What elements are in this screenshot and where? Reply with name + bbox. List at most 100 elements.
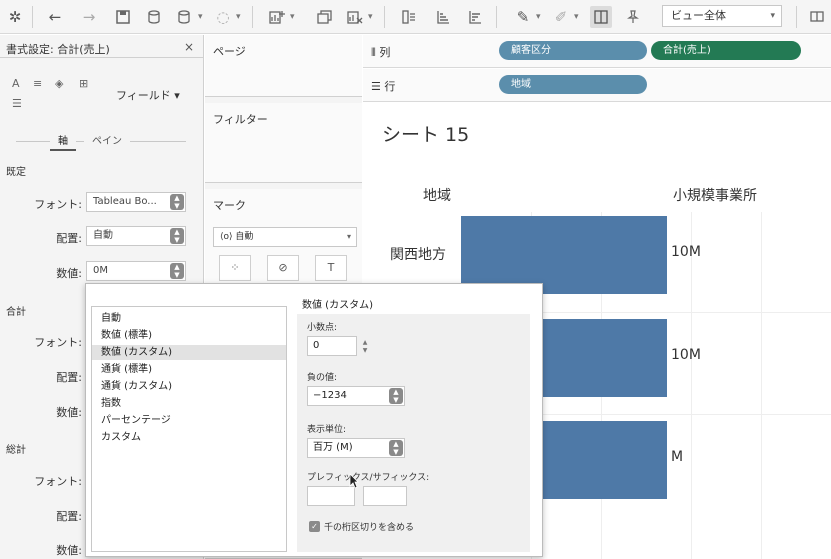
chevron-updown-icon: ▲ ▼ (170, 194, 184, 210)
display-units-select[interactable]: 百万 (M) ▲ ▼ (307, 438, 405, 458)
show-mark-labels-icon[interactable] (590, 6, 612, 28)
toolbar-separator (252, 6, 253, 28)
chevron-down-icon[interactable]: ▾ (368, 6, 373, 28)
tableau-logo-icon[interactable]: ✲ (4, 6, 26, 28)
bar-value-label: 10M (671, 244, 701, 260)
negative-values-value: −1234 (313, 390, 347, 401)
group-members-icon[interactable]: ✐ (550, 6, 572, 28)
new-worksheet-icon[interactable] (266, 6, 288, 28)
lines-format-icon[interactable]: ☰ (12, 97, 22, 110)
size-icon[interactable]: ⊘ (267, 255, 299, 281)
prefix-suffix-label: プレフィックス/サフィックス: (307, 473, 430, 483)
filters-card-title: フィルター (213, 113, 268, 126)
alignment-format-icon[interactable]: ≡ (33, 77, 42, 90)
number-format-dialog: 自動数値 (標準) 数値 (カスタム) 通貨 (標準) 通貨 (カスタム) 指数パーセン… (85, 283, 543, 557)
tab-pane[interactable]: ペイン (84, 133, 130, 151)
sort-descending-icon[interactable] (464, 6, 486, 28)
font-value: Tableau Bo... (93, 196, 157, 207)
field-dropdown[interactable]: フィールド ▾ (116, 87, 180, 103)
columns-shelf[interactable]: ⦀ 列 顧客区分 合計(売上) (363, 35, 831, 68)
numbers-label: 数値: (56, 267, 82, 280)
chevron-down-icon[interactable]: ▾ (198, 6, 203, 28)
row-header-region[interactable]: 地域 (423, 185, 451, 205)
columns-label-text: 列 (379, 46, 391, 59)
row-pill-region[interactable]: 地域 (499, 75, 647, 94)
format-list-item[interactable]: 数値 (カスタム) (92, 345, 286, 360)
fix-axes-pin-icon[interactable] (622, 6, 644, 28)
columns-shelf-label: ⦀ 列 (371, 44, 390, 60)
suffix-input[interactable] (363, 486, 407, 506)
undo-icon[interactable]: ← (44, 6, 66, 28)
format-list-item[interactable]: 数値 (標準) (101, 328, 287, 343)
section-title-grand-totals: 総計 (6, 445, 26, 456)
highlight-icon[interactable]: ✎ (512, 6, 534, 28)
format-list-item[interactable]: パーセンテージ (101, 413, 287, 428)
decimal-places-input[interactable]: 0 (307, 336, 357, 356)
duplicate-sheet-icon[interactable] (314, 6, 336, 28)
pages-card[interactable]: ページ (205, 35, 362, 97)
column-header-segment[interactable]: 小規模事業所 (673, 185, 757, 205)
refresh-icon[interactable]: ◌ (212, 6, 234, 28)
format-list-item[interactable]: 指数 (101, 396, 287, 411)
prefix-input[interactable] (307, 486, 355, 506)
mark-type-value: 自動 (235, 232, 254, 242)
auto-mark-icon: ⟨o⟩ (220, 232, 236, 242)
numbers-value: 0M (93, 265, 108, 276)
number-format-list[interactable]: 自動数値 (標準) 数値 (カスタム) 通貨 (標準) 通貨 (カスタム) 指数パーセン… (91, 306, 287, 552)
grand-totals-alignment-label: 配置: (56, 510, 82, 523)
thousands-separator-checkbox[interactable]: ✓ (309, 521, 320, 532)
column-pill-sum-sales[interactable]: 合計(売上) (651, 41, 801, 60)
toolbar-separator (32, 6, 33, 28)
font-label: フォント: (34, 198, 82, 211)
alignment-select[interactable]: 自動 ▲ ▼ (86, 226, 186, 246)
format-list-item[interactable]: カスタム (101, 430, 287, 445)
chevron-updown-icon: ▲ ▼ (389, 388, 403, 404)
borders-format-icon[interactable]: ⊞ (79, 77, 88, 90)
save-icon[interactable] (112, 6, 134, 28)
text-label-icon[interactable]: T (315, 255, 347, 281)
bar-value-label: 10M (671, 347, 701, 363)
view-mode-select[interactable]: ビュー全体 ▾ (662, 5, 782, 27)
grand-totals-font-label: フォント: (34, 475, 82, 488)
numbers-select[interactable]: 0M ▲ ▼ (86, 261, 186, 281)
pause-updates-icon[interactable] (174, 6, 196, 28)
color-icon[interactable]: ⁘ (219, 255, 251, 281)
presentation-mode-icon[interactable] (806, 6, 828, 28)
format-list-item[interactable]: 通貨 (カスタム) (101, 379, 287, 394)
format-list-item[interactable]: 通貨 (標準) (101, 362, 287, 377)
toolbar-separator (496, 6, 497, 28)
new-datasource-icon[interactable] (144, 6, 166, 28)
filters-card[interactable]: フィルター (205, 103, 362, 183)
decimal-stepper-icon[interactable]: ▲ ▼ (360, 336, 370, 358)
negative-values-select[interactable]: −1234 ▲ ▼ (307, 386, 405, 406)
totals-font-label: フォント: (34, 336, 82, 349)
totals-alignment-label: 配置: (56, 371, 82, 384)
display-units-label: 表示単位: (307, 425, 347, 435)
chevron-down-icon[interactable]: ▾ (574, 6, 579, 28)
display-units-value: 百万 (M) (313, 442, 353, 453)
format-list-item[interactable]: 自動 (101, 311, 287, 326)
chevron-down-icon[interactable]: ▾ (236, 6, 241, 28)
redo-icon[interactable]: → (78, 6, 100, 28)
tab-axis[interactable]: 軸 (50, 133, 76, 151)
shading-format-icon[interactable]: ◈ (55, 77, 63, 90)
font-format-icon[interactable]: A (12, 77, 20, 90)
gridline (761, 212, 762, 559)
section-title-totals: 合計 (6, 307, 26, 318)
swap-rows-columns-icon[interactable] (398, 6, 420, 28)
thousands-separator-label[interactable]: 千の桁区切りを含める (324, 520, 414, 533)
sheet-title[interactable]: シート 15 (382, 120, 469, 147)
divider (0, 57, 203, 58)
font-select[interactable]: Tableau Bo... ▲ ▼ (86, 192, 186, 212)
row-label[interactable]: 関西地方 (390, 244, 446, 264)
chevron-down-icon[interactable]: ▾ (536, 6, 541, 28)
chevron-down-icon[interactable]: ▾ (290, 6, 295, 28)
alignment-value: 自動 (93, 230, 113, 241)
sort-ascending-icon[interactable] (432, 6, 454, 28)
rows-shelf[interactable]: ☰ 行 地域 (363, 69, 831, 102)
close-icon[interactable]: × (184, 40, 194, 54)
mark-type-select[interactable]: ⟨o⟩ 自動 ▾ (213, 227, 357, 247)
column-pill-customer-segment[interactable]: 顧客区分 (499, 41, 647, 60)
clear-sheet-icon[interactable] (344, 6, 366, 28)
toolbar: ✲ ← → ▾ ◌ ▾ ▾ ▾ ✎ ▾ ✐ ▾ ビュー全体 ▾ (0, 0, 831, 34)
